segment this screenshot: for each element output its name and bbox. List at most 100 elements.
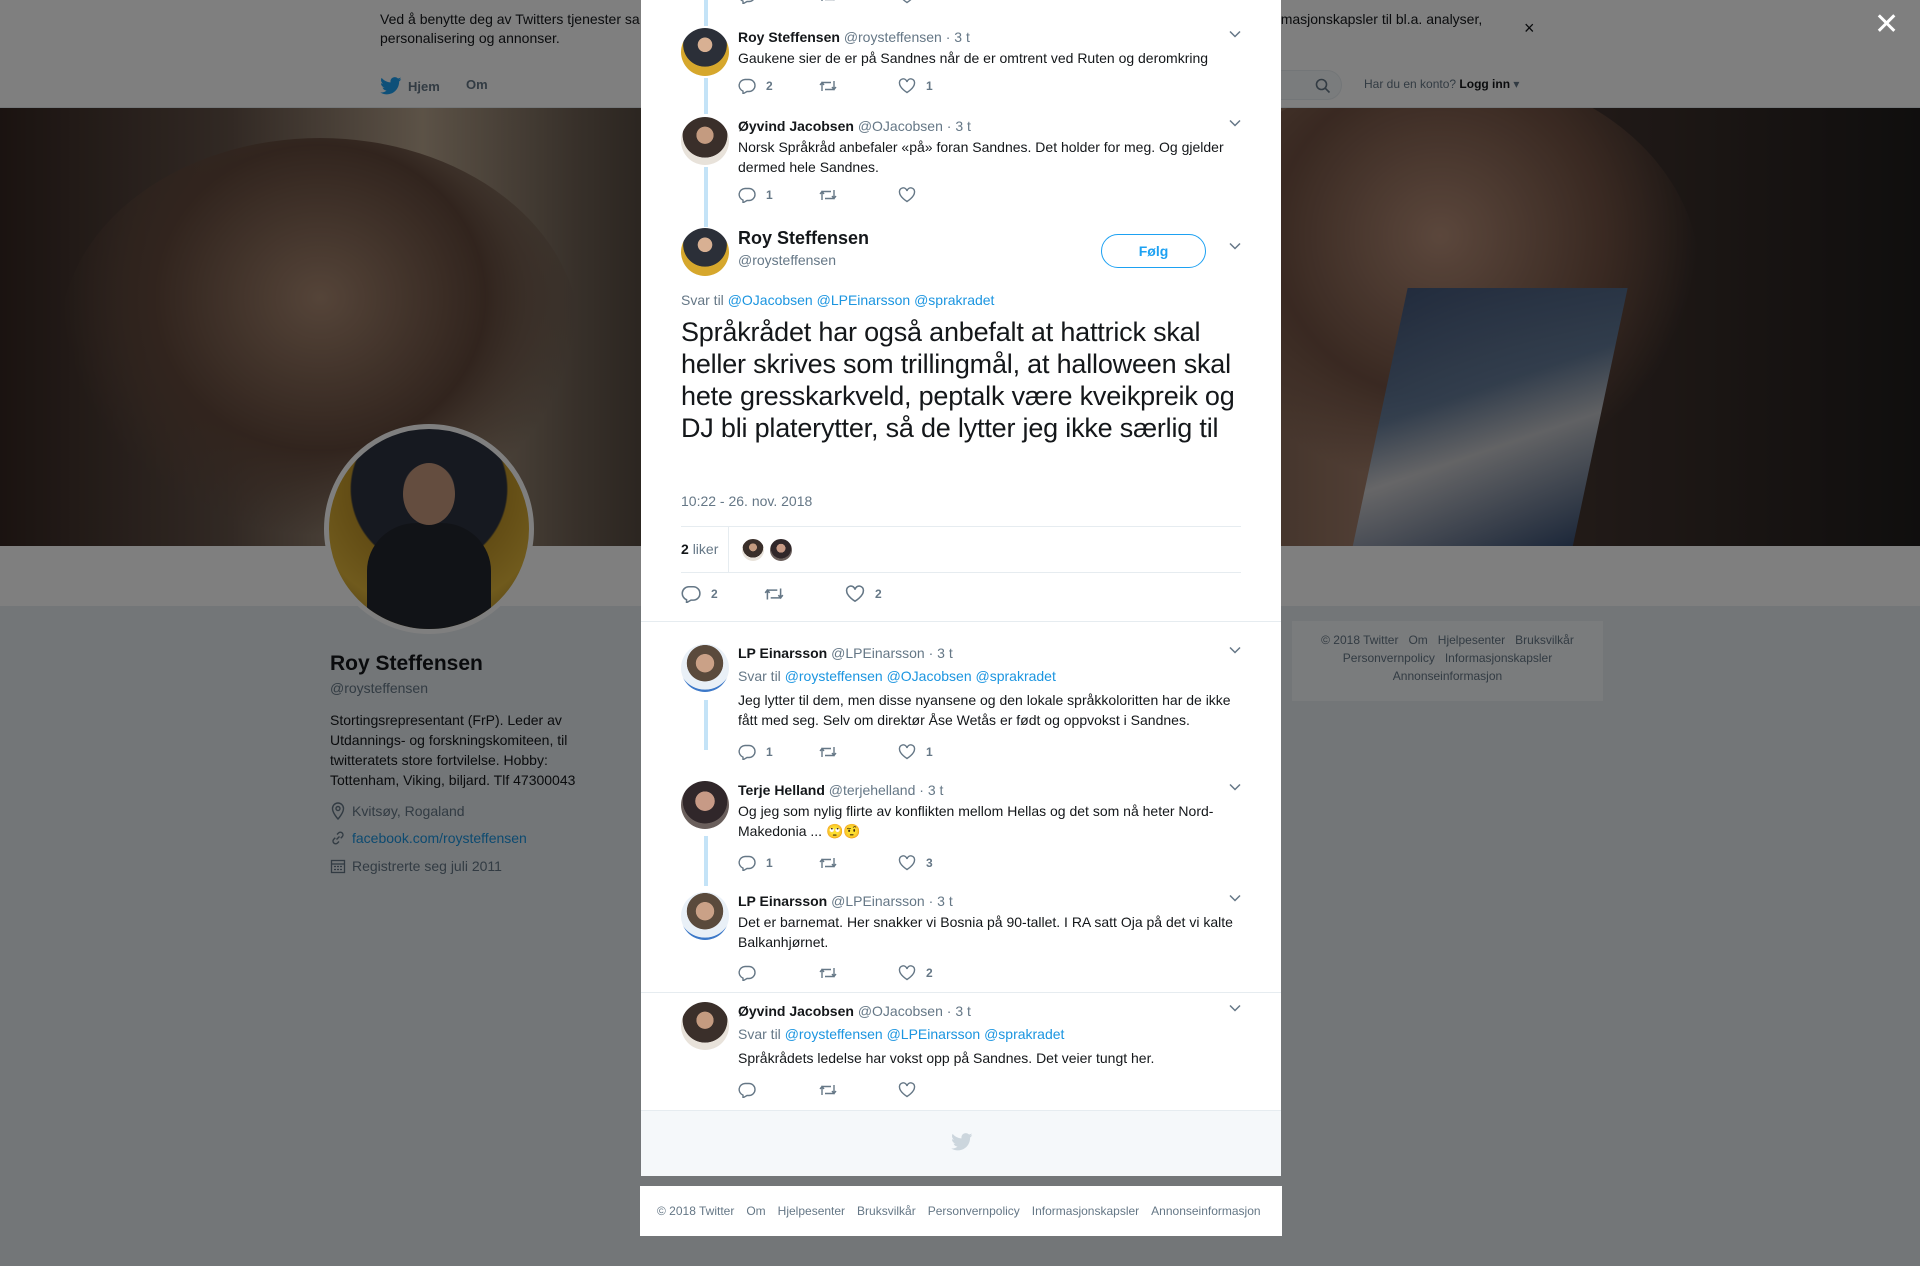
like-button[interactable]: 2 — [898, 965, 978, 981]
tweet-author-handle[interactable]: @terjehelland — [829, 782, 916, 798]
footer-link[interactable]: Annonseinformasjon — [1151, 1204, 1260, 1218]
tweet-reply-to: Svar til @roysteffensen @OJacobsen @spra… — [738, 666, 1241, 686]
tweet-author-handle[interactable]: @LPEinarsson — [831, 645, 925, 661]
retweet-button[interactable] — [818, 0, 898, 4]
footer-link[interactable]: Hjelpesenter — [778, 1204, 845, 1218]
like-button[interactable] — [898, 187, 978, 203]
retweet-button[interactable] — [818, 78, 898, 94]
avatar[interactable] — [681, 1002, 729, 1050]
reply-button[interactable]: 1 — [738, 187, 818, 203]
main-tweet-actions: 2 2 — [681, 585, 927, 603]
heart-icon — [898, 855, 916, 871]
retweet-button[interactable] — [818, 187, 898, 203]
tweet-author-handle[interactable]: @OJacobsen — [858, 118, 943, 134]
reply-icon — [681, 586, 701, 603]
reply-icon — [738, 855, 756, 871]
thread-line — [704, 0, 708, 26]
like-button[interactable] — [898, 0, 978, 4]
chevron-down-icon[interactable] — [1229, 1004, 1241, 1012]
reply-button[interactable]: 2 — [681, 585, 763, 603]
chevron-down-icon[interactable] — [1229, 242, 1241, 250]
main-tweet-author-handle[interactable]: @roysteffensen — [738, 252, 836, 268]
tweet-time[interactable]: · 3 t — [919, 782, 943, 798]
retweet-button[interactable] — [818, 1082, 898, 1098]
tweet-author-name[interactable]: Øyvind Jacobsen — [738, 1003, 854, 1019]
chevron-down-icon[interactable] — [1229, 783, 1241, 791]
reply-button[interactable]: 2 — [738, 78, 818, 94]
tweet-actions: 1 1 — [738, 744, 978, 760]
reply-icon — [738, 78, 756, 94]
reply-to-mentions[interactable]: @OJacobsen @LPEinarsson @sprakradet — [728, 292, 995, 308]
reply-count: 2 — [766, 79, 773, 93]
tweet-reply-to: Svar til @roysteffensen @LPEinarsson @sp… — [738, 1024, 1241, 1044]
like-button[interactable]: 1 — [898, 78, 978, 94]
chevron-down-icon[interactable] — [1229, 894, 1241, 902]
avatar[interactable] — [681, 28, 729, 76]
main-tweet-timestamp[interactable]: 10:22 - 26. nov. 2018 — [681, 493, 812, 509]
tweet-author-name[interactable]: Roy Steffensen — [738, 29, 840, 45]
avatar[interactable] — [681, 781, 729, 829]
liker-avatar[interactable] — [769, 538, 793, 562]
reply-icon — [738, 744, 756, 760]
tweet-time[interactable]: · 3 t — [929, 893, 953, 909]
reply-button[interactable]: 1 — [738, 855, 818, 871]
follow-button[interactable]: Følg — [1101, 234, 1206, 268]
like-count: 1 — [926, 745, 933, 759]
footer-link[interactable]: Om — [746, 1204, 765, 1218]
reply-button[interactable]: 1 — [738, 744, 818, 760]
like-count: 1 — [926, 79, 933, 93]
retweet-button[interactable] — [818, 965, 898, 981]
chevron-down-icon[interactable] — [1229, 30, 1241, 38]
heart-icon — [898, 744, 916, 760]
like-button[interactable]: 3 — [898, 855, 978, 871]
tweet-author-handle[interactable]: @LPEinarsson — [831, 893, 925, 909]
avatar[interactable] — [681, 892, 729, 940]
tweet-author-name[interactable]: Øyvind Jacobsen — [738, 118, 854, 134]
retweet-icon — [764, 588, 784, 600]
retweet-button[interactable] — [818, 855, 898, 871]
reply-to-mentions[interactable]: @roysteffensen @OJacobsen @sprakradet — [785, 668, 1056, 684]
like-button[interactable]: 1 — [898, 744, 978, 760]
tweet-time[interactable]: · 3 t — [947, 1003, 971, 1019]
tweet-actions: 1 — [738, 187, 978, 203]
reply-button[interactable] — [738, 0, 818, 4]
main-tweet-author-name[interactable]: Roy Steffensen — [738, 228, 869, 249]
avatar[interactable] — [681, 117, 729, 165]
like-count: 2 — [875, 587, 882, 601]
reply-to-label: Svar til — [738, 668, 781, 684]
chevron-down-icon[interactable] — [1229, 646, 1241, 654]
reply-to-mentions[interactable]: @roysteffensen @LPEinarsson @sprakradet — [785, 1026, 1065, 1042]
tweet-author-name[interactable]: LP Einarsson — [738, 893, 827, 909]
footer-link[interactable]: © 2018 Twitter — [657, 1204, 734, 1218]
tweet-author-handle[interactable]: @roysteffensen — [844, 29, 942, 45]
like-count: 2 — [926, 966, 933, 980]
tweet-actions — [738, 0, 978, 4]
tweet-author-name[interactable]: Terje Helland — [738, 782, 825, 798]
footer-link[interactable]: Informasjonskapsler — [1032, 1204, 1139, 1218]
reply-button[interactable] — [738, 965, 818, 981]
footer-link[interactable]: Personvernpolicy — [928, 1204, 1020, 1218]
tweet-text: Gaukene sier de er på Sandnes når de er … — [738, 50, 1209, 66]
retweet-button[interactable] — [763, 585, 845, 603]
footer-link[interactable]: Bruksvilkår — [857, 1204, 916, 1218]
close-icon[interactable]: ✕ — [1874, 10, 1899, 40]
avatar[interactable] — [681, 644, 729, 692]
avatar[interactable] — [681, 228, 729, 276]
chevron-down-icon[interactable] — [1229, 119, 1241, 127]
tweet-time[interactable]: · 3 t — [947, 118, 971, 134]
reply-button[interactable] — [738, 1082, 818, 1098]
tweet-author-name[interactable]: LP Einarsson — [738, 645, 827, 661]
retweet-button[interactable] — [818, 744, 898, 760]
tweet-actions — [738, 1082, 978, 1098]
tweet-time[interactable]: · 3 t — [929, 645, 953, 661]
tweet-permalink-modal: Roy Steffensen @roysteffensen · 3 t Gauk… — [641, 0, 1281, 1176]
reply-to-label: Svar til — [738, 1026, 781, 1042]
retweet-icon — [819, 747, 837, 757]
like-button[interactable] — [898, 1082, 978, 1098]
likes-stat[interactable]: 2 liker — [681, 541, 718, 557]
like-button[interactable]: 2 — [845, 585, 927, 603]
retweet-icon — [819, 858, 837, 868]
tweet-author-handle[interactable]: @OJacobsen — [858, 1003, 943, 1019]
liker-avatar[interactable] — [741, 538, 765, 562]
tweet-time[interactable]: · 3 t — [946, 29, 970, 45]
